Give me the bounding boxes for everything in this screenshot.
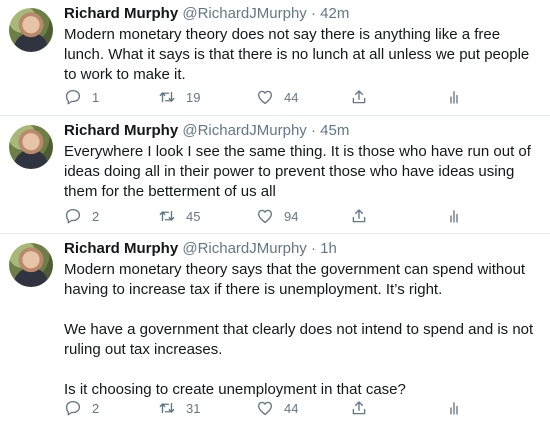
like-button[interactable]: 94 xyxy=(256,206,298,226)
retweet-button[interactable]: 31 xyxy=(158,398,200,418)
tweet-text: Modern monetary theory does not say ther… xyxy=(64,25,544,85)
reply-button[interactable]: 2 xyxy=(64,206,99,226)
reply-icon xyxy=(65,89,81,105)
tweet[interactable]: Richard Murphy @RichardJMurphy · 42m Mod… xyxy=(0,0,550,116)
tweet-header: Richard Murphy @RichardJMurphy · 1h xyxy=(64,239,337,259)
retweet-icon xyxy=(159,402,175,414)
reply-count: 2 xyxy=(92,400,100,416)
tweet-header: Richard Murphy @RichardJMurphy · 45m xyxy=(64,121,349,141)
tweet-text: Everywhere I look I see the same thing. … xyxy=(64,142,544,202)
analytics-icon xyxy=(450,402,458,415)
share-icon xyxy=(352,209,366,223)
tweet-paragraph: We have a government that clearly does n… xyxy=(64,321,534,358)
reply-count: 1 xyxy=(92,89,100,105)
retweet-count: 45 xyxy=(186,208,201,224)
author-handle[interactable]: @RichardJMurphy xyxy=(182,240,306,257)
retweet-button[interactable]: 19 xyxy=(158,87,200,107)
avatar[interactable] xyxy=(9,243,53,287)
author-name[interactable]: Richard Murphy xyxy=(64,5,178,22)
reply-button[interactable]: 1 xyxy=(64,87,99,107)
avatar[interactable] xyxy=(9,125,53,169)
heart-icon xyxy=(257,401,273,416)
timestamp[interactable]: 45m xyxy=(320,122,349,139)
retweet-icon xyxy=(159,210,175,222)
analytics-button[interactable] xyxy=(445,87,463,107)
like-count: 44 xyxy=(284,89,299,105)
tweet[interactable]: Richard Murphy @RichardJMurphy · 1h Mode… xyxy=(0,235,550,423)
timestamp[interactable]: 1h xyxy=(320,240,337,257)
author-handle[interactable]: @RichardJMurphy xyxy=(182,122,306,139)
retweet-count: 19 xyxy=(186,89,201,105)
action-bar: 1 19 44 xyxy=(64,87,484,107)
separator-dot: · xyxy=(310,5,316,22)
tweet-paragraph: Everywhere I look I see the same thing. … xyxy=(64,143,531,200)
retweet-button[interactable]: 45 xyxy=(158,206,200,226)
share-button[interactable] xyxy=(350,398,368,418)
heart-icon xyxy=(257,209,273,224)
retweet-count: 31 xyxy=(186,400,201,416)
avatar[interactable] xyxy=(9,8,53,52)
analytics-icon xyxy=(450,91,458,104)
analytics-icon xyxy=(450,210,458,223)
share-button[interactable] xyxy=(350,206,368,226)
timestamp[interactable]: 42m xyxy=(320,5,349,22)
like-count: 44 xyxy=(284,400,299,416)
separator-dot: · xyxy=(310,122,316,139)
analytics-button[interactable] xyxy=(445,206,463,226)
tweet-text: Modern monetary theory says that the gov… xyxy=(64,260,544,400)
like-button[interactable]: 44 xyxy=(256,398,298,418)
share-button[interactable] xyxy=(350,87,368,107)
heart-icon xyxy=(257,90,273,105)
tweet-paragraph: Modern monetary theory says that the gov… xyxy=(64,261,526,298)
action-bar: 2 45 94 xyxy=(64,206,484,226)
reply-count: 2 xyxy=(92,208,100,224)
retweet-icon xyxy=(159,91,175,103)
tweet[interactable]: Richard Murphy @RichardJMurphy · 45m Eve… xyxy=(0,117,550,234)
like-button[interactable]: 44 xyxy=(256,87,298,107)
tweet-paragraph: Modern monetary theory does not say ther… xyxy=(64,26,530,83)
share-icon xyxy=(352,90,366,104)
tweet-header: Richard Murphy @RichardJMurphy · 42m xyxy=(64,4,349,24)
author-name[interactable]: Richard Murphy xyxy=(64,240,178,257)
reply-icon xyxy=(65,400,81,416)
share-icon xyxy=(352,401,366,415)
reply-button[interactable]: 2 xyxy=(64,398,99,418)
action-bar: 2 31 44 xyxy=(64,398,484,418)
separator-dot: · xyxy=(310,240,316,257)
tweet-paragraph: Is it choosing to create unemployment in… xyxy=(64,381,406,398)
like-count: 94 xyxy=(284,208,299,224)
author-name[interactable]: Richard Murphy xyxy=(64,122,178,139)
author-handle[interactable]: @RichardJMurphy xyxy=(182,5,306,22)
reply-icon xyxy=(65,208,81,224)
analytics-button[interactable] xyxy=(445,398,463,418)
